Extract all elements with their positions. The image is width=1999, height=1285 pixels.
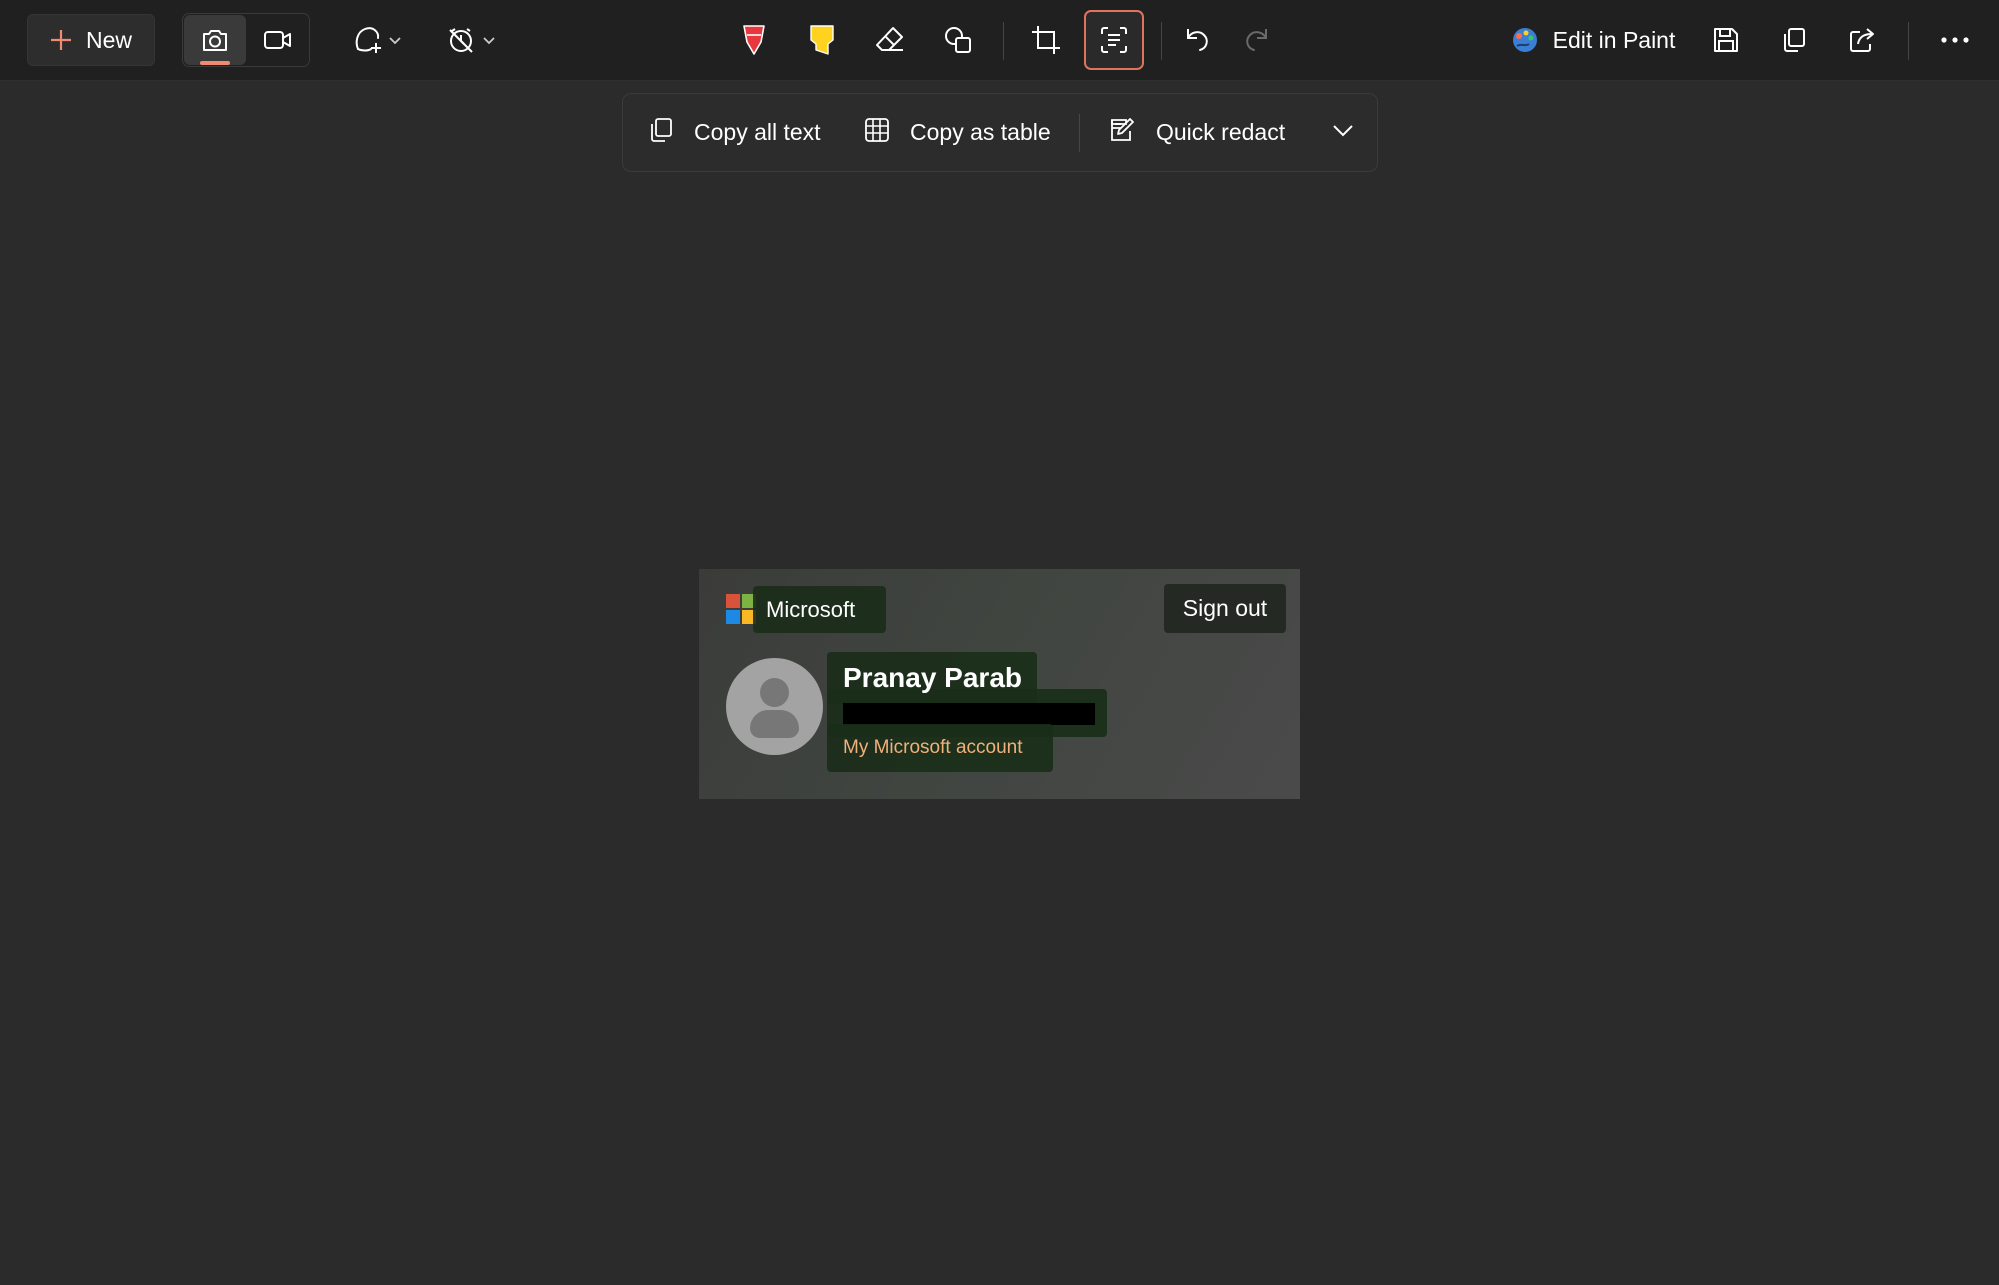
- share-icon: [1848, 26, 1876, 54]
- sign-out-text[interactable]: Sign out: [1164, 584, 1286, 633]
- chevron-down-icon: [388, 35, 402, 45]
- share-button[interactable]: [1836, 16, 1888, 64]
- redact-icon: [1108, 116, 1136, 150]
- brand-label[interactable]: Microsoft: [753, 586, 886, 633]
- more-options-button[interactable]: [1929, 16, 1981, 64]
- save-button[interactable]: [1700, 16, 1752, 64]
- avatar-head: [760, 678, 789, 707]
- ballpoint-pen-button[interactable]: [728, 16, 780, 64]
- new-label: New: [85, 26, 132, 53]
- redacted-email: [843, 703, 1095, 725]
- avatar: [726, 658, 823, 755]
- video-camera-icon: [263, 29, 293, 51]
- save-icon: [1712, 26, 1740, 54]
- edit-in-paint-button[interactable]: Edit in Paint: [1508, 16, 1678, 64]
- my-account-link-text[interactable]: My Microsoft account: [827, 724, 1053, 772]
- delay-timer-dropdown[interactable]: [436, 16, 506, 64]
- copy-as-table-label: Copy as table: [910, 119, 1051, 145]
- highlighter-button[interactable]: [796, 16, 848, 64]
- captured-screenshot: Microsoft Sign out Pranay Parab My Micro…: [699, 569, 1300, 799]
- record-mode-button[interactable]: [248, 15, 308, 65]
- crop-button[interactable]: [1020, 16, 1072, 64]
- eraser-icon: [874, 24, 906, 56]
- brand-text: Microsoft: [766, 596, 856, 622]
- snipping-shape-dropdown[interactable]: [342, 16, 412, 64]
- text-actions-icon: [1099, 25, 1129, 55]
- toolbar-divider: [1003, 22, 1004, 60]
- undo-button[interactable]: [1171, 16, 1223, 64]
- more-icon: [1940, 36, 1970, 44]
- redo-button[interactable]: [1231, 16, 1283, 64]
- quick-redact-label: Quick redact: [1156, 119, 1286, 145]
- redo-icon: [1242, 25, 1272, 55]
- actions-divider: [1079, 114, 1080, 152]
- top-toolbar: New Edit in Paint: [0, 0, 1999, 81]
- shapes-button[interactable]: [932, 16, 984, 64]
- toolbar-divider: [1161, 22, 1162, 60]
- toolbar-divider: [1908, 22, 1909, 60]
- quick-redact-options-button[interactable]: [1325, 94, 1361, 171]
- copy-icon: [648, 117, 674, 149]
- highlighter-icon: [808, 23, 836, 57]
- table-icon: [864, 117, 890, 149]
- shapes-icon: [942, 24, 974, 56]
- snip-mode-button[interactable]: [184, 15, 246, 65]
- ballpoint-pen-icon: [740, 23, 768, 57]
- text-actions-bar: Copy all text Copy as table Quick redact: [622, 93, 1378, 172]
- eraser-button[interactable]: [864, 16, 916, 64]
- my-account-label: My Microsoft account: [843, 737, 1023, 758]
- copy-all-text-label: Copy all text: [694, 119, 821, 145]
- copy-button[interactable]: [1768, 16, 1820, 64]
- crop-icon: [1030, 24, 1062, 56]
- camera-icon: [201, 27, 229, 53]
- copy-icon: [1780, 26, 1808, 54]
- text-actions-button[interactable]: [1084, 10, 1144, 70]
- quick-redact-button[interactable]: Quick redact: [1108, 94, 1285, 171]
- sign-out-label: Sign out: [1182, 595, 1268, 621]
- copy-all-text-button[interactable]: Copy all text: [648, 94, 821, 171]
- active-mode-indicator: [200, 61, 230, 65]
- user-name-text[interactable]: Pranay Parab: [827, 652, 1037, 704]
- avatar-body: [750, 710, 799, 738]
- edit-in-paint-label: Edit in Paint: [1552, 26, 1676, 53]
- new-button[interactable]: New: [27, 14, 155, 66]
- chevron-down-icon: [1332, 123, 1354, 142]
- chevron-down-icon: [482, 35, 496, 45]
- paint-icon: [1511, 26, 1539, 54]
- undo-icon: [1182, 25, 1212, 55]
- freeform-shape-icon: [352, 25, 382, 55]
- plus-icon: [50, 29, 72, 51]
- copy-as-table-button[interactable]: Copy as table: [864, 94, 1051, 171]
- no-delay-timer-icon: [446, 25, 476, 55]
- user-name: Pranay Parab: [843, 662, 1022, 693]
